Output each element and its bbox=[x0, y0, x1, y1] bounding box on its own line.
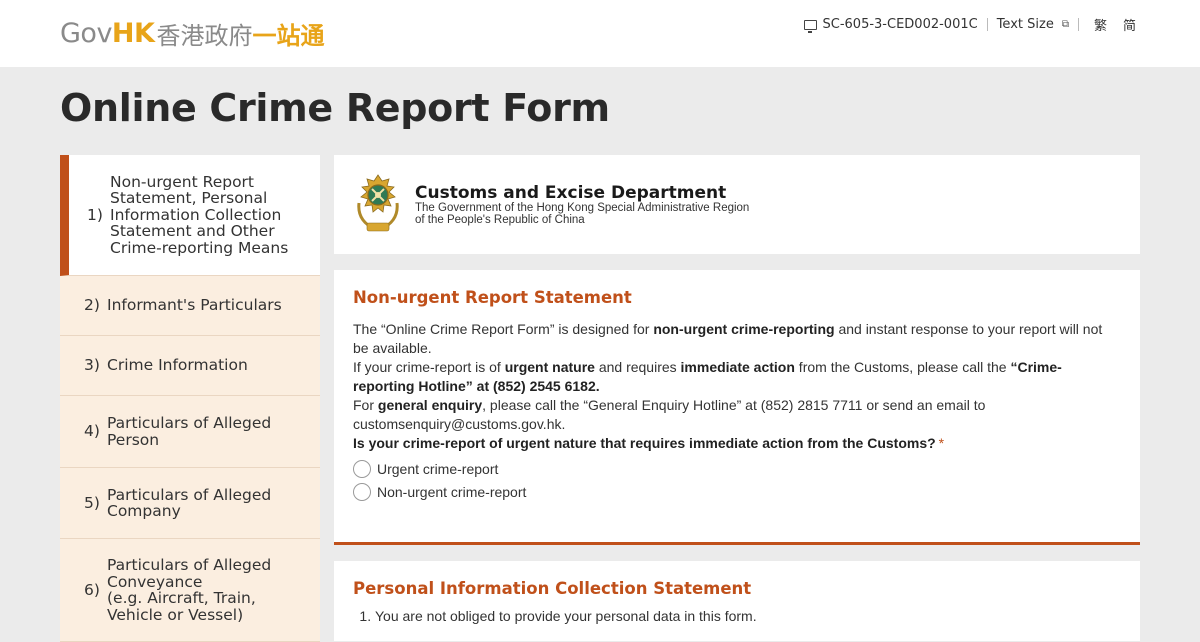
step-label: Particulars of Alleged Company bbox=[107, 485, 272, 520]
text-run-bold: immediate action bbox=[680, 359, 795, 375]
urgency-question: Is your crime-report of urgent nature th… bbox=[353, 434, 1121, 453]
text-run: If your crime-report is of bbox=[353, 359, 505, 375]
external-link-icon: ⧉ bbox=[1061, 19, 1069, 30]
step-number: 3) bbox=[84, 356, 100, 375]
lang-tc-link[interactable]: 繁 bbox=[1094, 15, 1107, 34]
sidebar-item-crime-info[interactable]: 3) Crime Information bbox=[60, 336, 320, 396]
govhk-logo[interactable]: Gov HK 香港政府 一站通 bbox=[60, 17, 325, 50]
option-label: Non-urgent crime-report bbox=[377, 484, 527, 500]
radio-urgent[interactable] bbox=[353, 460, 371, 478]
step-label: Non-urgent Report Statement, Personal In… bbox=[110, 172, 289, 257]
step-number: 5) bbox=[84, 493, 100, 512]
text-run-bold: non-urgent crime-reporting bbox=[653, 321, 835, 337]
logo-hk: HK bbox=[111, 17, 155, 49]
section-title: Personal Information Collection Statemen… bbox=[353, 579, 752, 598]
divider bbox=[986, 18, 988, 31]
logo-cn-a: 香港政府 bbox=[156, 21, 253, 50]
page-title: Online Crime Report Form bbox=[60, 86, 610, 130]
pics-list: You are not obliged to provide your pers… bbox=[375, 608, 1121, 624]
text-run-bold: general enquiry bbox=[377, 397, 483, 413]
logo-cn-b: 一站通 bbox=[252, 21, 325, 50]
form-code: SC-605-3-CED002-001C bbox=[803, 17, 978, 33]
text-run: For bbox=[353, 397, 378, 413]
step-number: 2) bbox=[84, 296, 100, 315]
desktop-icon bbox=[803, 19, 817, 33]
step-label: Informant's Particulars bbox=[107, 296, 282, 315]
department-header: Customs and Excise Department The Govern… bbox=[334, 155, 1140, 254]
option-label: Urgent crime-report bbox=[377, 461, 499, 477]
list-item: You are not obliged to provide your pers… bbox=[375, 608, 1121, 624]
non-urgent-statement-section: Non-urgent Report Statement The “Online … bbox=[334, 270, 1140, 545]
department-subtitle: The Government of the Hong Kong Special … bbox=[415, 202, 750, 226]
pics-section: Personal Information Collection Statemen… bbox=[334, 561, 1140, 641]
sidebar-item-alleged-company[interactable]: 5) Particulars of Alleged Company bbox=[60, 468, 320, 539]
step-number: 4) bbox=[84, 422, 100, 441]
question-text: Is your crime-report of urgent nature th… bbox=[353, 435, 936, 451]
form-code-text: SC-605-3-CED002-001C bbox=[822, 17, 978, 32]
step-label: Particulars of Alleged Conveyance (e.g. … bbox=[107, 556, 272, 624]
statement-paragraph: For general enquiry, please call the “Ge… bbox=[353, 396, 1121, 434]
lang-sc-link[interactable]: 简 bbox=[1123, 15, 1136, 34]
customs-crest-icon bbox=[357, 174, 399, 232]
step-sidebar: 1) Non-urgent Report Statement, Personal… bbox=[60, 155, 320, 642]
sidebar-item-alleged-person[interactable]: 4) Particulars of Alleged Person bbox=[60, 396, 320, 468]
option-non-urgent[interactable]: Non-urgent crime-report bbox=[353, 483, 1121, 501]
sidebar-item-statement[interactable]: 1) Non-urgent Report Statement, Personal… bbox=[60, 155, 320, 276]
department-name: Customs and Excise Department bbox=[415, 183, 727, 203]
step-label: Crime Information bbox=[107, 356, 248, 375]
sidebar-item-informant[interactable]: 2) Informant's Particulars bbox=[60, 276, 320, 336]
text-run: The “Online Crime Report Form” is design… bbox=[353, 321, 654, 337]
step-label: Particulars of Alleged Person bbox=[107, 414, 272, 449]
logo-gov: Gov bbox=[60, 17, 112, 49]
statement-paragraph: If your crime-report is of urgent nature… bbox=[353, 358, 1121, 396]
department-sub-line: The Government of the Hong Kong Special … bbox=[415, 202, 750, 214]
section-title: Non-urgent Report Statement bbox=[353, 288, 632, 307]
text-run: from the Customs, please call the bbox=[794, 359, 1011, 375]
step-number: 1) bbox=[87, 205, 103, 224]
text-run-bold: urgent nature bbox=[504, 359, 595, 375]
statement-paragraph: The “Online Crime Report Form” is design… bbox=[353, 320, 1121, 358]
required-marker: * bbox=[938, 435, 945, 451]
top-bar: Gov HK 香港政府 一站通 SC-605-3-CED002-001C Text S… bbox=[0, 0, 1200, 67]
step-number: 6) bbox=[84, 580, 100, 599]
divider bbox=[1077, 18, 1079, 31]
department-sub-line: of the People's Republic of China bbox=[415, 213, 585, 226]
text-run: and requires bbox=[594, 359, 681, 375]
statement-body: The “Online Crime Report Form” is design… bbox=[353, 320, 1121, 453]
sidebar-item-alleged-conveyance[interactable]: 6) Particulars of Alleged Conveyance (e.… bbox=[60, 539, 320, 642]
top-links: SC-605-3-CED002-001C Text Size ⧉ 繁 简 bbox=[803, 15, 1136, 34]
text-size-label: Text Size bbox=[996, 17, 1054, 32]
text-size-link[interactable]: Text Size ⧉ bbox=[997, 17, 1069, 32]
radio-non-urgent[interactable] bbox=[353, 483, 371, 501]
option-urgent[interactable]: Urgent crime-report bbox=[353, 460, 1121, 478]
